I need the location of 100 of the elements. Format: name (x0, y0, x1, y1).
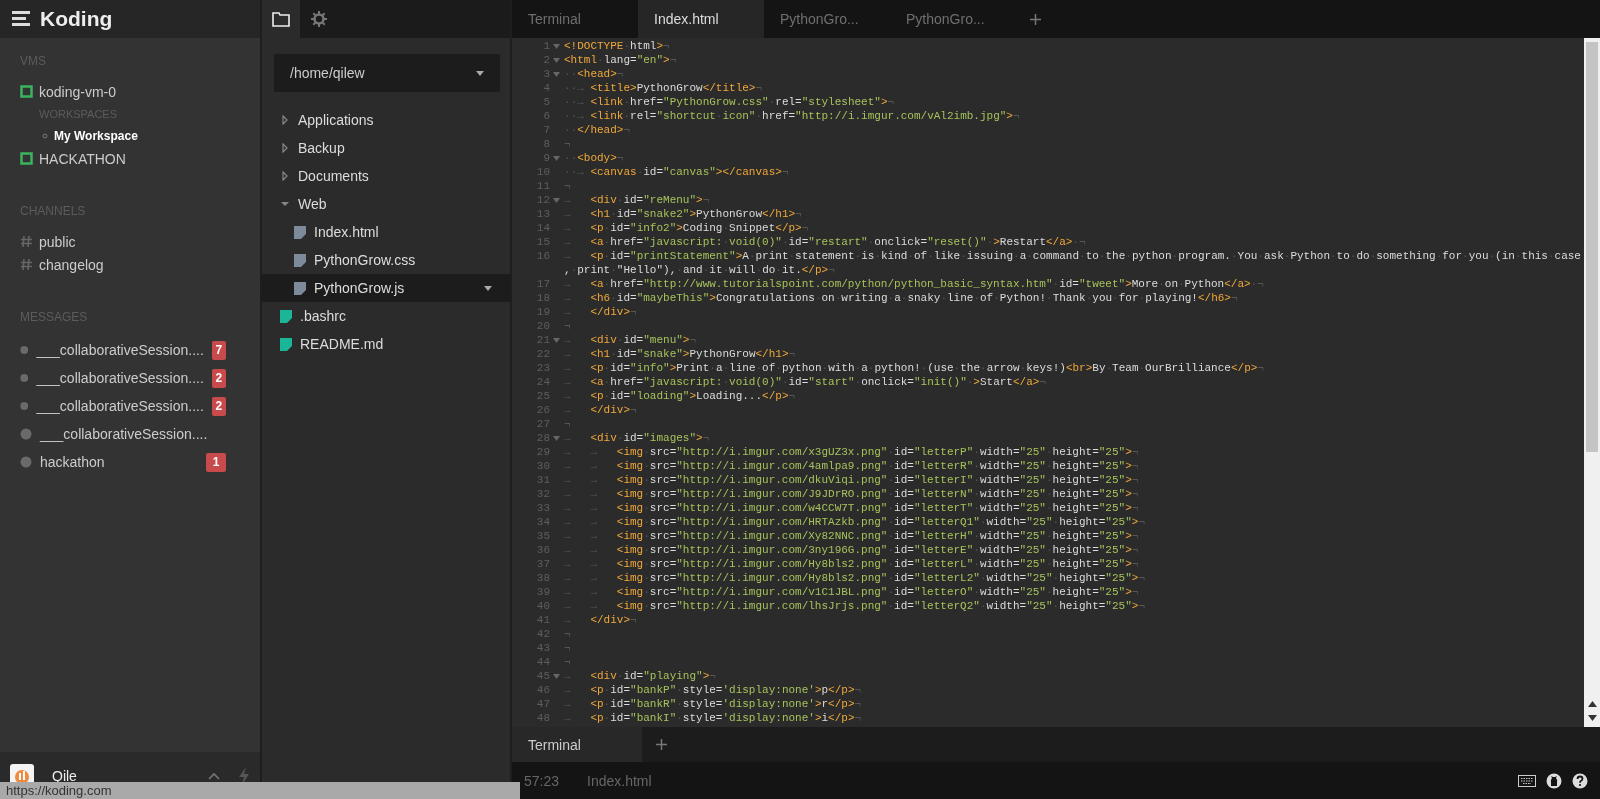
message-item[interactable]: ___collaborativeSession.... (36, 398, 204, 414)
code-line: → <p·id="printStatement">A·print·statement·is·kind·of·like·issuing·a·command·to·the·python·program.·You·ask·Python·to·do·something·for·you·(in·this·case (564, 249, 1581, 263)
code-line: → → <img·src="http://i.imgur.com/v1C1JBL.png"·id="letterO"·width="25"·height="25">¬ (564, 585, 1139, 599)
file-item[interactable]: PythonGrow.js (262, 274, 510, 302)
vm-status-icon (20, 152, 33, 165)
folder-item[interactable]: Applications (262, 106, 510, 134)
code-line: → <a·href="javascript:·void(0)"·id="start"·onclick="init()"·>Start</a>¬ (564, 375, 1046, 389)
plus-icon (1030, 13, 1041, 25)
file-icon (280, 309, 292, 323)
unread-count: 2 (211, 396, 226, 416)
unread-count: 1 (206, 452, 226, 472)
collapsed-arrow-icon (280, 115, 290, 125)
lightning-icon (238, 766, 250, 785)
logo-text[interactable]: Koding (40, 7, 113, 31)
folder-item[interactable]: Documents (262, 162, 510, 190)
terminal-tab[interactable]: Terminal (512, 727, 642, 762)
code-line: → <div·id="playing">¬ (564, 669, 716, 683)
browser-status-url: https://koding.com (0, 782, 520, 799)
code-line: → <div·id="menu">¬ (564, 333, 697, 347)
code-line: → </div>¬ (564, 305, 637, 319)
unread-count: 2 (211, 368, 226, 388)
workspace-item[interactable]: My Workspace (54, 129, 138, 143)
keyboard-icon (1518, 774, 1536, 787)
code-line: → </div>¬ (564, 403, 637, 417)
folder-item[interactable]: Backup (262, 134, 510, 162)
editor-tab[interactable]: Terminal (512, 0, 638, 38)
vm-name[interactable]: koding-vm-0 (39, 83, 117, 100)
hash-icon (20, 258, 33, 271)
code-line: → <a·href="http://www.tutorialspoint.com/python/python_basic_syntax.htm"·id="tweet">More·on·Python</a>·¬ (564, 277, 1264, 291)
code-line: → <p·id="bankI"·style='display:none'>i</p>¬ (564, 711, 862, 725)
code-line: → → <img·src="http://i.imgur.com/lhsJrjs.png"·id="letterQ2"·width="25"·height="25">¬ (564, 599, 1145, 613)
editor-tab[interactable]: PythonGro... (890, 0, 1016, 38)
cursor-position: 57:23 (524, 772, 560, 789)
code-line: ··→ <link·href="PythonGrow.css"·rel="stylesheet">¬ (564, 95, 895, 109)
round-logo-icon (1546, 772, 1562, 789)
editor-tab[interactable]: Index.html (638, 0, 764, 38)
code-line: → → <img·src="http://i.imgur.com/4amlpa9.png"·id="letterR"·width="25"·height="25">¬ (564, 459, 1139, 473)
path-dropdown[interactable]: /home/qilew (274, 54, 500, 92)
code-line: → → <img·src="http://i.imgur.com/Hy8bls2.png"·id="letterL2"·width="25"·height="25">¬ (564, 571, 1145, 585)
code-line: → <div·id="reMenu">¬ (564, 193, 710, 207)
code-line: → </div>¬ (564, 613, 637, 627)
scroll-down-icon (1587, 715, 1597, 721)
message-item[interactable]: hackathon (40, 454, 198, 470)
code-line: ¬ (564, 641, 571, 655)
editor-tab[interactable]: PythonGro... (764, 0, 890, 38)
code-line: ··→ <canvas·id="canvas"></canvas>¬ (564, 165, 789, 179)
unread-count: 7 (211, 340, 226, 360)
code-line: → → <img·src="http://i.imgur.com/x3gUZ3x.png"·id="letterP"·width="25"·height="25">¬ (564, 445, 1139, 459)
code-line: → <h1·id="snake2">PythonGrow</h1>¬ (564, 207, 802, 221)
message-item[interactable]: ___collaborativeSession.... (36, 342, 204, 358)
folder-item[interactable]: Web (262, 190, 510, 218)
expanded-arrow-icon (280, 199, 290, 209)
message-item[interactable]: ___collaborativeSession.... (36, 370, 204, 386)
code-line: → <p·id="info">Print·a·line·of·python·with·a·python!·(use·the·arrow·keys!)<br>By·Team·OurBrilliance</p>¬ (564, 361, 1264, 375)
code-line: ¬ (564, 179, 571, 193)
file-icon (294, 225, 306, 239)
plus-icon (656, 739, 667, 750)
code-line: → → <img·src="http://i.imgur.com/HRTAzkb.png"·id="letterQ1"·width="25"·height="25">¬ (564, 515, 1145, 529)
scroll-up-icon (1587, 701, 1597, 707)
files-tab[interactable] (262, 0, 300, 38)
settings-icon (311, 11, 327, 27)
file-item[interactable]: .bashrc (262, 302, 510, 330)
vm-name[interactable]: HACKATHON (39, 150, 126, 167)
status-dot-icon (20, 456, 32, 468)
status-dot-icon (20, 372, 29, 384)
file-item[interactable]: README.md (262, 330, 510, 358)
code-line: → → <img·src="http://i.imgur.com/J9JDrRO.png"·id="letterN"·width="25"·height="25">¬ (564, 487, 1139, 501)
code-line: → → <img·src="http://i.imgur.com/3ny196G.png"·id="letterE"·width="25"·height="25">¬ (564, 543, 1139, 557)
code-line: ¬ (564, 627, 571, 641)
file-icon (280, 337, 292, 351)
caret-up-icon (208, 771, 220, 780)
hash-icon (20, 235, 33, 248)
channel-item[interactable]: changelog (39, 256, 104, 273)
vm-status-icon (20, 85, 33, 98)
file-item[interactable]: PythonGrow.css (262, 246, 510, 274)
code-line: → <p·id="bankR"·style='display:none'>r</p>¬ (564, 697, 862, 711)
scrollbar-thumb[interactable] (1586, 42, 1598, 452)
file-item[interactable]: Index.html (262, 218, 510, 246)
code-line: <html·lang="en">¬ (564, 53, 677, 67)
menu-icon (12, 10, 32, 28)
code-line: <!DOCTYPE·html>¬ (564, 39, 670, 53)
collapsed-arrow-icon (280, 143, 290, 153)
code-line: → <p·id="loading">Loading...</p>¬ (564, 389, 796, 403)
collapsed-arrow-icon (280, 171, 290, 181)
help-icon (1572, 772, 1588, 789)
code-line: → → <img·src="http://i.imgur.com/Xy82NNC.png"·id="letterH"·width="25"·height="25">¬ (564, 529, 1139, 543)
bullet-icon (42, 133, 48, 139)
status-dot-icon (20, 400, 29, 412)
caret-down-icon (484, 285, 492, 291)
message-item[interactable]: ___collaborativeSession.... (40, 426, 226, 442)
caret-down-icon (476, 70, 484, 76)
code-line: ¬ (564, 417, 571, 431)
code-line: → <div·id="images">¬ (564, 431, 710, 445)
code-line: ¬ (564, 655, 571, 669)
status-dot-icon (20, 428, 32, 440)
file-icon (294, 253, 306, 267)
channel-item[interactable]: public (39, 233, 76, 250)
code-line: → → <img·src="http://i.imgur.com/w4CCW7T.png"·id="letterT"·width="25"·height="25">¬ (564, 501, 1139, 515)
user-name[interactable]: Qile (52, 767, 190, 784)
code-line: → <p·id="bankP"·style='display:none'>p</p>¬ (564, 683, 862, 697)
